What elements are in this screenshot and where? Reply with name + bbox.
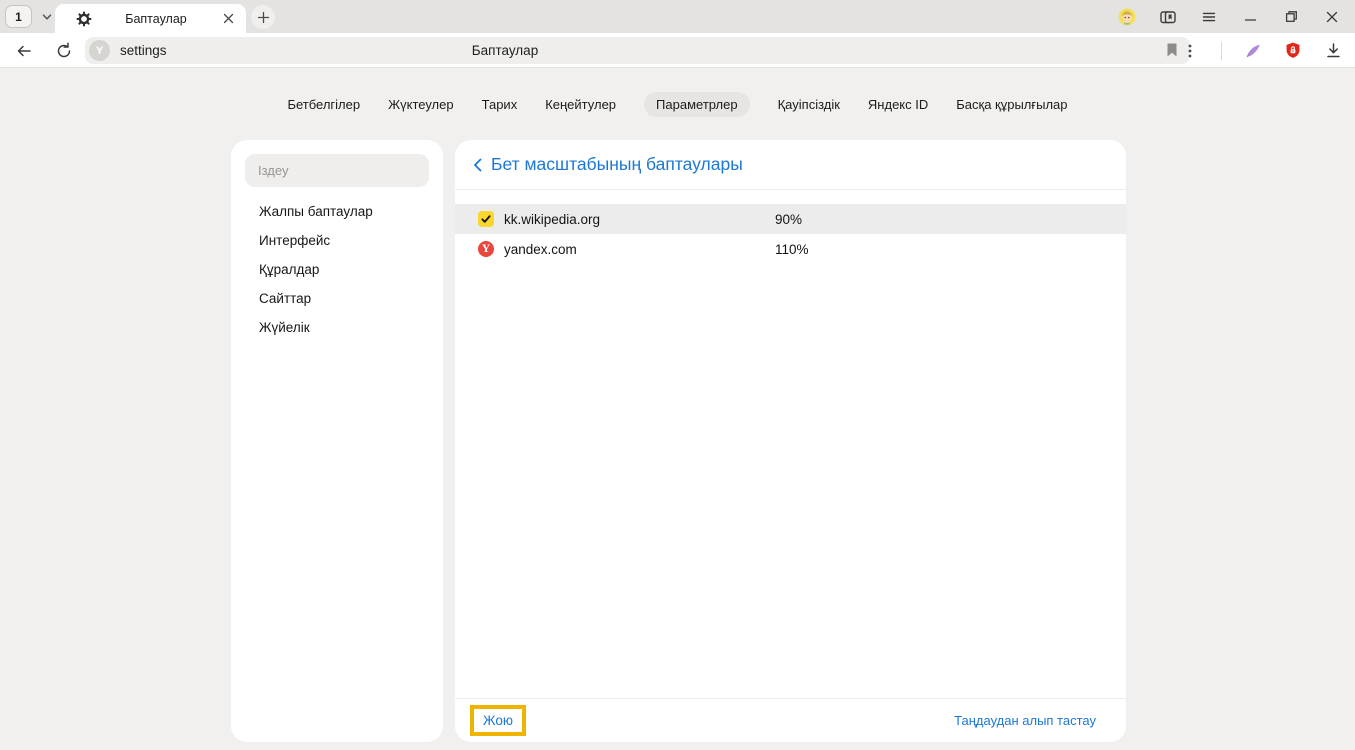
- zen-feather-icon[interactable]: [1244, 42, 1262, 60]
- panel-title: Бет масштабының баптаулары: [491, 154, 743, 175]
- settings-sidebar: Жалпы баптаулар Интерфейс Құралдар Сайтт…: [231, 140, 443, 742]
- sidebar-item-general[interactable]: Жалпы баптаулар: [231, 197, 443, 226]
- delete-button[interactable]: Жою: [470, 705, 526, 736]
- zoom-value: 110%: [775, 242, 809, 257]
- url-text[interactable]: settings: [120, 37, 167, 64]
- back-chevron-icon[interactable]: [466, 154, 488, 176]
- addressbar-right-controls: [1181, 33, 1355, 68]
- panel-header: Бет масштабының баптаулары: [455, 140, 1126, 190]
- deselect-all-link[interactable]: Таңдаудан алып тастау: [954, 713, 1096, 728]
- page-actions-kebab-icon[interactable]: [1181, 42, 1199, 60]
- tab-count: 1: [15, 10, 22, 24]
- toolbar-divider: [1221, 42, 1222, 60]
- tab-settings[interactable]: Параметрлер: [644, 92, 750, 117]
- tab-bookmarks[interactable]: Бетбелгілер: [287, 92, 360, 117]
- browser-menu-icon[interactable]: [1200, 8, 1218, 26]
- sidebar-item-sites[interactable]: Сайттар: [231, 284, 443, 313]
- new-tab-button[interactable]: [251, 5, 275, 29]
- table-row[interactable]: kk.wikipedia.org 90%: [455, 204, 1126, 234]
- tabbar-right-controls: [1118, 0, 1355, 33]
- yandex-favicon: Y: [478, 241, 494, 257]
- tab-other-devices[interactable]: Басқа құрылғылар: [956, 92, 1067, 117]
- zoom-value: 90%: [775, 212, 802, 227]
- gear-icon: [76, 11, 92, 27]
- site-zoom-list: kk.wikipedia.org 90% Y yandex.com 110%: [455, 204, 1126, 264]
- bookmark-flag-icon[interactable]: [1165, 42, 1181, 58]
- tab-counter-button[interactable]: 1: [5, 5, 32, 28]
- tab-yandex-id[interactable]: Яндекс ID: [868, 92, 928, 117]
- window-restore-button[interactable]: [1282, 8, 1300, 26]
- site-name: yandex.com: [504, 242, 577, 257]
- site-name: kk.wikipedia.org: [504, 212, 600, 227]
- sidebar-item-system[interactable]: Жүйелік: [231, 313, 443, 342]
- settings-page: Бетбелгілер Жүктеулер Тарих Кеңейтулер П…: [0, 68, 1355, 750]
- panel-spacer: [455, 264, 1126, 698]
- sidebar-item-interface[interactable]: Интерфейс: [231, 226, 443, 255]
- downloads-icon[interactable]: [1324, 42, 1342, 60]
- favicon-letter: Y: [482, 243, 490, 255]
- tab-security[interactable]: Қауіпсіздік: [778, 92, 840, 117]
- tab-title: Баптаулар: [92, 12, 220, 26]
- settings-nav-tabs: Бетбелгілер Жүктеулер Тарих Кеңейтулер П…: [0, 92, 1355, 117]
- zoom-settings-panel: Бет масштабының баптаулары kk.wikipedia.…: [455, 140, 1126, 742]
- tab-extensions[interactable]: Кеңейтулер: [545, 92, 616, 117]
- window-close-button[interactable]: [1323, 8, 1341, 26]
- sidebar-item-tools[interactable]: Құралдар: [231, 255, 443, 284]
- browser-tab-bar: 1 Баптаулар: [0, 0, 1355, 33]
- back-button[interactable]: [14, 41, 34, 61]
- url-omnibox[interactable]: Y settings Баптаулар: [85, 37, 1190, 64]
- tab-history[interactable]: Тарих: [482, 92, 518, 117]
- window-minimize-button[interactable]: [1241, 8, 1259, 26]
- chevron-down-icon: [41, 11, 53, 23]
- site-badge-icon: Y: [89, 40, 110, 61]
- reload-button[interactable]: [54, 41, 74, 61]
- search-input[interactable]: [245, 154, 429, 187]
- browser-tab-settings[interactable]: Баптаулар: [55, 4, 246, 33]
- tab-downloads[interactable]: Жүктеулер: [388, 92, 454, 117]
- side-panels-icon[interactable]: [1159, 8, 1177, 26]
- checkbox-checked-icon[interactable]: [478, 211, 494, 227]
- sidebar-list: Жалпы баптаулар Интерфейс Құралдар Сайтт…: [231, 197, 443, 342]
- protect-shield-icon[interactable]: [1284, 42, 1302, 60]
- profile-avatar[interactable]: [1118, 8, 1136, 26]
- panel-footer: Жою Таңдаудан алып тастау: [455, 698, 1126, 742]
- omnibox-page-title: Баптаулар: [472, 37, 538, 64]
- site-badge-letter: Y: [96, 45, 103, 57]
- plus-icon: [257, 11, 270, 24]
- table-row[interactable]: Y yandex.com 110%: [455, 234, 1126, 264]
- address-bar: Y settings Баптаулар: [0, 33, 1355, 68]
- tab-close-icon[interactable]: [220, 11, 236, 27]
